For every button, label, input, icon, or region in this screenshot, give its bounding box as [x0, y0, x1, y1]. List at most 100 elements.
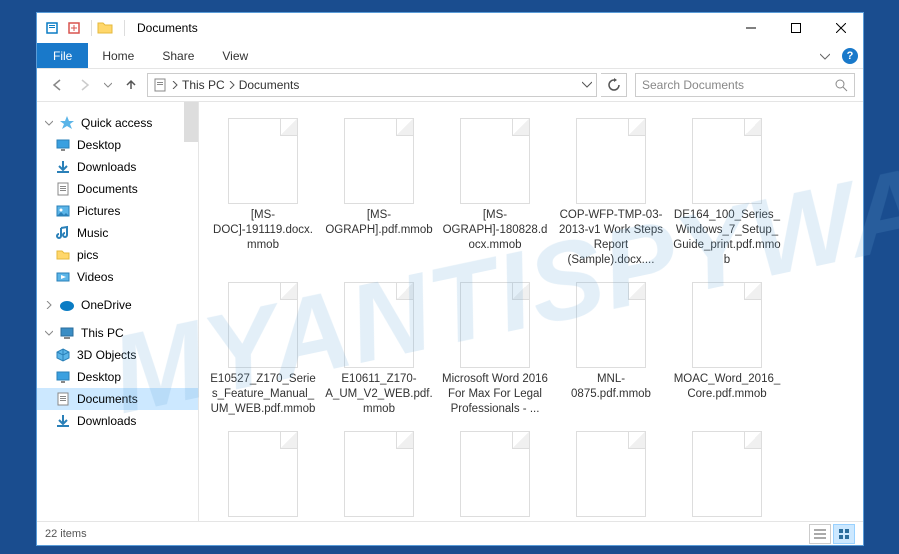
refresh-button[interactable] — [601, 73, 627, 97]
sidebar-item-downloads[interactable]: Downloads — [37, 156, 198, 178]
sidebar-item-documents[interactable]: Documents — [37, 178, 198, 200]
star-icon — [59, 115, 75, 131]
window-title: Documents — [137, 21, 728, 35]
file-label: MNL-0875.pdf.mmob — [557, 372, 665, 402]
sidebar-item-videos[interactable]: Videos — [37, 266, 198, 288]
file-label: MOAC_Word_2016_Core.pdf.mmob — [673, 372, 781, 402]
maximize-button[interactable] — [773, 13, 818, 43]
file-label: [MS-OGRAPH].pdf.mmob — [325, 208, 433, 238]
file-label: COP-WFP-TMP-03-2013-v1 Work Steps Report… — [557, 208, 665, 268]
breadcrumb-root[interactable]: This PC — [182, 78, 225, 92]
statusbar: 22 items — [37, 521, 863, 545]
sidebar-item-pics[interactable]: pics — [37, 244, 198, 266]
sidebar-this-pc[interactable]: This PC — [37, 322, 198, 344]
up-button[interactable] — [119, 73, 143, 97]
forward-button[interactable] — [73, 73, 97, 97]
documents-icon — [55, 391, 71, 407]
recent-dropdown[interactable] — [101, 73, 115, 97]
file-item[interactable]: COP-WFP-TMP-03-2013-v1 Work Steps Report… — [555, 114, 667, 272]
sidebar-item-documents[interactable]: Documents — [37, 388, 198, 410]
sidebar-onedrive[interactable]: OneDrive — [37, 294, 198, 316]
help-button[interactable]: ? — [837, 43, 863, 68]
file-label: Microsoft Word 2016 For Max For Legal Pr… — [441, 372, 549, 417]
tab-home[interactable]: Home — [88, 43, 148, 68]
file-item[interactable]: MOAC_Word_2016_Core.pdf.mmob — [671, 278, 783, 421]
file-item[interactable] — [439, 427, 551, 521]
details-view-button[interactable] — [809, 524, 831, 544]
file-item[interactable] — [207, 427, 319, 521]
file-icon — [228, 431, 298, 517]
file-icon — [344, 282, 414, 368]
3d-icon — [55, 347, 71, 363]
chevron-right-icon — [229, 81, 235, 89]
file-item[interactable]: [MS-OGRAPH]-180828.docx.mmob — [439, 114, 551, 272]
chevron-down-icon — [45, 329, 53, 337]
folder-icon — [96, 19, 114, 37]
chevron-down-icon[interactable] — [582, 80, 592, 90]
qa-newfolder-icon[interactable] — [65, 19, 83, 37]
tab-share[interactable]: Share — [148, 43, 208, 68]
address-bar[interactable]: This PC Documents — [147, 73, 597, 97]
tab-view[interactable]: View — [208, 43, 262, 68]
qa-properties-icon[interactable] — [43, 19, 61, 37]
file-item[interactable]: Microsoft Word 2016 For Max For Legal Pr… — [439, 278, 551, 421]
file-item[interactable]: DE164_100_Series_Windows_7_Setup_Guide_p… — [671, 114, 783, 272]
sidebar-item-desktop[interactable]: Desktop — [37, 366, 198, 388]
file-icon — [692, 431, 762, 517]
sidebar-item-music[interactable]: Music — [37, 222, 198, 244]
file-item[interactable]: [MS-DOC]-191119.docx.mmob — [207, 114, 319, 272]
folder-icon — [55, 247, 71, 263]
file-item[interactable]: MNL-0875.pdf.mmob — [555, 278, 667, 421]
file-item[interactable]: E10527_Z170_Series_Feature_Manual_UM_WEB… — [207, 278, 319, 421]
downloads-icon — [55, 159, 71, 175]
close-button[interactable] — [818, 13, 863, 43]
pictures-icon — [55, 203, 71, 219]
sidebar-quick-access[interactable]: Quick access — [37, 112, 198, 134]
file-icon — [576, 431, 646, 517]
sidebar-item-3d-objects[interactable]: 3D Objects — [37, 344, 198, 366]
breadcrumb-current[interactable]: Documents — [239, 78, 300, 92]
body: Quick access DesktopDownloadsDocumentsPi… — [37, 101, 863, 521]
ribbon: File Home Share View ? — [37, 43, 863, 69]
file-item[interactable] — [323, 427, 435, 521]
chevron-down-icon — [45, 119, 53, 127]
onedrive-icon — [59, 297, 75, 313]
file-item[interactable]: E10611_Z170-A_UM_V2_WEB.pdf.mmob — [323, 278, 435, 421]
back-button[interactable] — [45, 73, 69, 97]
navbar: This PC Documents Search Documents — [37, 69, 863, 101]
file-icon — [228, 282, 298, 368]
minimize-button[interactable] — [728, 13, 773, 43]
sidebar-item-desktop[interactable]: Desktop — [37, 134, 198, 156]
file-icon — [460, 431, 530, 517]
documents-small-icon — [152, 77, 168, 93]
desktop-icon — [55, 137, 71, 153]
file-icon — [228, 118, 298, 204]
explorer-window: Documents File Home Share View ? This PC… — [36, 12, 864, 546]
music-icon — [55, 225, 71, 241]
file-label: [MS-OGRAPH]-180828.docx.mmob — [441, 208, 549, 253]
file-item[interactable] — [671, 427, 783, 521]
chevron-right-icon — [45, 301, 53, 309]
file-icon — [460, 282, 530, 368]
sidebar-scrollbar[interactable] — [184, 102, 198, 142]
desktop-icon — [55, 369, 71, 385]
file-label: E10527_Z170_Series_Feature_Manual_UM_WEB… — [209, 372, 317, 417]
sidebar-item-downloads[interactable]: Downloads — [37, 410, 198, 432]
file-icon — [692, 282, 762, 368]
file-icon — [460, 118, 530, 204]
chevron-right-icon — [172, 81, 178, 89]
file-icon — [576, 282, 646, 368]
search-input[interactable]: Search Documents — [635, 73, 855, 97]
file-item[interactable] — [555, 427, 667, 521]
expand-ribbon-icon[interactable] — [813, 43, 837, 68]
search-placeholder: Search Documents — [642, 78, 744, 92]
sidebar: Quick access DesktopDownloadsDocumentsPi… — [37, 102, 199, 521]
file-item[interactable]: [MS-OGRAPH].pdf.mmob — [323, 114, 435, 272]
sidebar-item-pictures[interactable]: Pictures — [37, 200, 198, 222]
file-label: [MS-DOC]-191119.docx.mmob — [209, 208, 317, 253]
documents-icon — [55, 181, 71, 197]
file-tab[interactable]: File — [37, 43, 88, 68]
content-area[interactable]: [MS-DOC]-191119.docx.mmob [MS-OGRAPH].pdf… — [199, 102, 863, 521]
file-icon — [344, 431, 414, 517]
icons-view-button[interactable] — [833, 524, 855, 544]
